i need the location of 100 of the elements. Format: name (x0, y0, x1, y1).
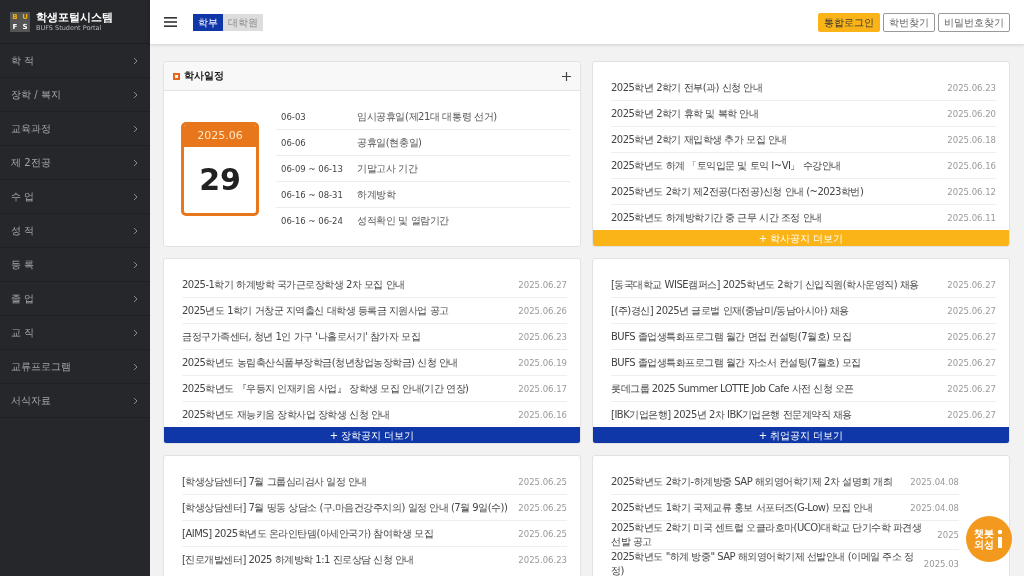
notice-row[interactable]: [AIMS] 2025학년도 온라인탄뎀(아세안국가) 참여학생 모집 2025.06.25 (182, 521, 567, 547)
notice-title: BUFS 졸업생특화프로그램 월간 자소서 컨설팅(7월호) 모집 (611, 355, 861, 370)
notice-row[interactable]: 2025학년도 하계방학기간 중 근무 시간 조정 안내 2025.06.11 (611, 205, 996, 230)
notice-date: 2025.06.27 (518, 279, 567, 290)
notice-title: 2025학년도 2학기 제2전공(다전공)신청 안내 (~2023학번) (611, 184, 864, 199)
notice-title: [AIMS] 2025학년도 온라인탄뎀(아세안국가) 참여학생 모집 (182, 526, 434, 541)
notice-row[interactable]: 2025학년도 2학기 제2전공(다전공)신청 안내 (~2023학번) 2025.06.12 (611, 179, 996, 205)
chevron-icon (133, 396, 138, 405)
menu-icon[interactable] (164, 17, 177, 27)
chevron-icon (133, 158, 138, 167)
more-button[interactable]: + 취업공지 더보기 (593, 427, 1009, 443)
chevron-icon (133, 328, 138, 337)
notice-title: 2025학년 2학기 전부(과) 신청 안내 (611, 80, 763, 95)
notice-date: 2025.06.23 (947, 82, 996, 93)
notice-row[interactable]: 2025학년도 재능키움 장학사업 장학생 신청 안내 2025.06.16 (182, 402, 567, 427)
event-date: 06-09 ~ 06-13 (281, 163, 344, 174)
notice-title: 2025학년도 하계방학기간 중 근무 시간 조정 안내 (611, 210, 822, 225)
chevron-icon (133, 192, 138, 201)
notice-row[interactable]: 롯데그룹 2025 Summer LOTTE Job Cafe 사전 신청 오픈 2025.06.27 (611, 376, 996, 402)
event-row[interactable]: 06-06 공휴일(현충일) (276, 130, 570, 156)
notice-date: 2025.06.25 (518, 528, 567, 539)
notice-title: 2025학년도 하계 「토익입문 및 토익 Ⅰ~Ⅵ」 수강안내 (611, 158, 841, 173)
event-title: 임시공휴일(제21대 대통령 선거) (357, 109, 497, 124)
notice-title: 롯데그룹 2025 Summer LOTTE Job Cafe 사전 신청 오픈 (611, 381, 854, 396)
notice-title: 2025학년도 『우등지 인재키움 사업』 장학생 모집 안내(기간 연장) (182, 381, 469, 396)
event-title: 공휴일(현충일) (357, 135, 422, 150)
header-button[interactable]: 학번찾기 (883, 12, 935, 32)
notice-date: 2025.06.25 (518, 502, 567, 513)
notice-date: 2025 (937, 530, 959, 540)
notice-row[interactable]: BUFS 졸업생특화프로그램 월간 자소서 컨설팅(7월호) 모집 2025.06.27 (611, 350, 996, 376)
notice-title: 2025학년도 2학기 미국 센트럴 오클라호마(UCO)대학교 단기수학 파견생 선발 공고 (611, 521, 923, 549)
notice-date: 2025.03 (923, 559, 959, 569)
event-row[interactable]: 06-16 ~ 06-24 성적확인 및 열람기간 (276, 208, 570, 233)
notice-title: 2025학년도 1학기 국제교류 홍보 서포터즈(G-Low) 모집 안내 (611, 500, 873, 515)
notice-date: 2025.06.27 (947, 279, 996, 290)
notice-date: 2025.06.26 (518, 305, 567, 316)
notice-row[interactable]: 2025학년 2학기 전부(과) 신청 안내 2025.06.23 (611, 75, 996, 101)
date-month: 2025.06 (184, 124, 256, 147)
notice-row[interactable]: 금정구가족센터, 청년 1인 가구 '나홀로서기' 참가자 모집 2025.06.23 (182, 324, 567, 350)
notice-row[interactable]: 2025학년도 농림축산식품부장학금(청년창업농장학금) 신청 안내 2025.06.19 (182, 350, 567, 376)
event-title: 하계방학 (357, 187, 396, 202)
plus-icon (562, 71, 571, 81)
notice-row[interactable]: 2025학년도 "하계 방중" SAP 해외영어학기제 선발안내 (이메일 주소 정정) 2025.03 (611, 550, 959, 576)
date-day: 29 (184, 146, 256, 213)
site-title: 학생포털시스템 (36, 10, 113, 24)
notice-row[interactable]: [학생상담센터] 7월 그룹심리검사 일정 안내 2025.06.25 (182, 469, 567, 495)
chevron-icon (133, 294, 138, 303)
notice-date: 2025.06.27 (947, 357, 996, 368)
notice-title: [IBK기업은행] 2025년 2차 IBK기업은행 전문계약직 채용 (611, 407, 852, 422)
notice-title: 2025-1학기 하계방학 국가근로장학생 2차 모집 안내 (182, 277, 405, 292)
notice-date: 2025.06.16 (947, 160, 996, 171)
notice-row[interactable]: 2025학년 2학기 휴학 및 복학 안내 2025.06.20 (611, 101, 996, 127)
event-row[interactable]: 06-16 ~ 08-31 하계방학 (276, 182, 570, 208)
event-title: 기말고사 기간 (357, 161, 418, 176)
notice-date: 2025.06.20 (947, 108, 996, 119)
notice-row[interactable]: 2025학년 2학기 재입학생 추가 모집 안내 2025.06.18 (611, 127, 996, 153)
notice-date: 2025.06.12 (947, 186, 996, 197)
notice-row[interactable]: 2025학년도 『우등지 인재키움 사업』 장학생 모집 안내(기간 연장) 2025.06.17 (182, 376, 567, 402)
notice-row[interactable]: 2025학년도 2학기 미국 센트럴 오클라호마(UCO)대학교 단기수학 파견생 선발 공고 2025 (611, 521, 959, 550)
notice-date: 2025.06.19 (518, 357, 567, 368)
notice-date: 2025.06.23 (518, 331, 567, 342)
notice-row[interactable]: 2025년도 1학기 거창군 지역출신 대학생 등록금 지원사업 공고 2025.06.26 (182, 298, 567, 324)
notice-title: 2025학년 2학기 재입학생 추가 모집 안내 (611, 132, 787, 147)
event-row[interactable]: 06-09 ~ 06-13 기말고사 기간 (276, 156, 570, 182)
notice-title: [동국대학교 WISE캠퍼스] 2025학년도 2학기 신입직원(학사운영직) 채용 (611, 277, 919, 292)
notice-row[interactable]: 2025학년도 1학기 국제교류 홍보 서포터즈(G-Low) 모집 안내 2025.04.08 (611, 495, 959, 521)
notice-date: 2025.04.08 (910, 476, 959, 487)
more-button[interactable]: + 장학공지 더보기 (164, 427, 580, 443)
notice-date: 2025.06.27 (947, 331, 996, 342)
notice-row[interactable]: [진로개발센터] 2025 하계방학 1:1 진로상담 신청 안내 2025.06.23 (182, 547, 567, 572)
notice-date: 2025.06.25 (518, 476, 567, 487)
notice-date: 2025.06.17 (518, 383, 567, 394)
chatbot-label: 외성 (974, 539, 994, 550)
event-date: 06-16 ~ 08-31 (281, 189, 344, 200)
event-title: 성적확인 및 열람기간 (357, 213, 449, 228)
header-button[interactable]: 비밀번호찾기 (938, 12, 1010, 32)
notice-row[interactable]: 2025-1학기 하계방학 국가근로장학생 2차 모집 안내 2025.06.27 (182, 272, 567, 298)
header-button[interactable]: 통합로그인 (818, 12, 880, 32)
notice-row[interactable]: [학생상담센터] 7월 띵동 상담소 (구.마음건강주치의) 일정 안내 (7월 9일(수)) 2025.06.25 (182, 495, 567, 521)
notice-title: [(주)경신] 2025년 글로벌 인재(중남미/동남아시아) 채용 (611, 303, 849, 318)
notice-row[interactable]: 2025학년도 하계 「토익입문 및 토익 Ⅰ~Ⅵ」 수강안내 2025.06.16 (611, 153, 996, 179)
tab[interactable]: 학부 (193, 13, 223, 31)
event-row[interactable]: 06-03 임시공휴일(제21대 대통령 선거) (276, 104, 570, 130)
notice-row[interactable]: 2025학년도 2학기-하계방중 SAP 해외영어학기제 2차 설명회 개최 2025.04.08 (611, 469, 959, 495)
chatbot-label: 챗봇 (974, 528, 994, 539)
notice-date: 2025.06.16 (518, 409, 567, 420)
notice-row[interactable]: [동국대학교 WISE캠퍼스] 2025학년도 2학기 신입직원(학사운영직) 채용 2025.06.27 (611, 272, 996, 298)
notice-title: [진로개발센터] 2025 하계방학 1:1 진로상담 신청 안내 (182, 552, 414, 567)
notice-row[interactable]: [(주)경신] 2025년 글로벌 인재(중남미/동남아시아) 채용 2025.06.27 (611, 298, 996, 324)
notice-date: 2025.06.27 (947, 305, 996, 316)
event-date: 06-06 (281, 137, 307, 148)
notice-row[interactable]: BUFS 졸업생특화프로그램 월간 면접 컨설팅(7월호) 모집 2025.06.27 (611, 324, 996, 350)
notice-row[interactable]: [IBK기업은행] 2025년 2차 IBK기업은행 전문계약직 채용 2025.06.27 (611, 402, 996, 427)
notice-date: 2025.06.27 (947, 409, 996, 420)
notice-title: 2025학년 2학기 휴학 및 복학 안내 (611, 106, 759, 121)
notice-title: BUFS 졸업생특화프로그램 월간 면접 컨설팅(7월호) 모집 (611, 329, 852, 344)
notice-title: 2025학년도 "하계 방중" SAP 해외영어학기제 선발안내 (이메일 주소 정정) (611, 550, 915, 576)
notice-title: [학생상담센터] 7월 띵동 상담소 (구.마음건강주치의) 일정 안내 (7월 9일(수)) (182, 500, 508, 515)
chevron-icon (133, 124, 138, 133)
notice-title: 2025학년도 농림축산식품부장학금(청년창업농장학금) 신청 안내 (182, 355, 458, 370)
